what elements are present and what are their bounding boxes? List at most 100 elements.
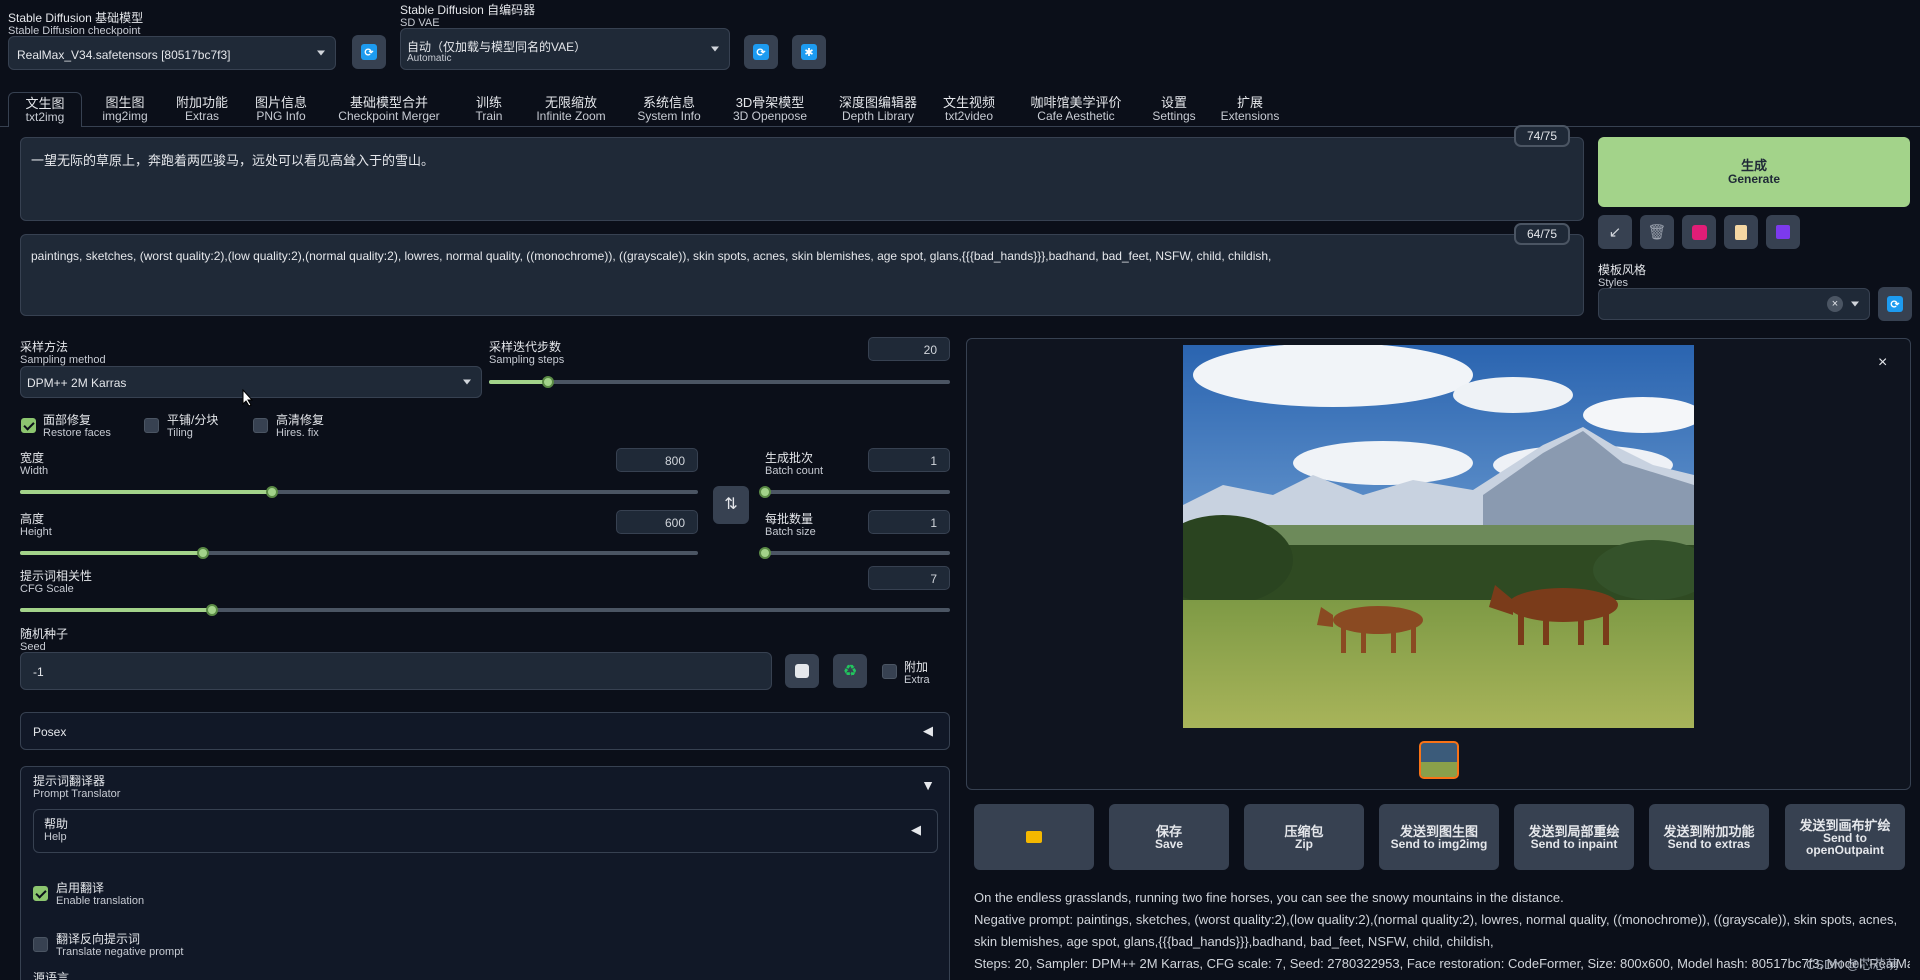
slider-thumb[interactable] [759, 547, 771, 559]
generation-info-negative-cont: skin blemishes, age spot, glans,{{{bad_h… [974, 934, 1494, 949]
checkpoint-dropdown[interactable]: RealMax_V34.safetensors [80517bc7f3] [8, 36, 336, 70]
tab-label-en: txt2video [944, 109, 994, 123]
slider-thumb[interactable] [759, 486, 771, 498]
tab-extras[interactable]: 附加功能 Extras [168, 92, 236, 127]
translate-negative-checkbox[interactable] [33, 937, 48, 952]
slider-thumb[interactable] [541, 376, 554, 388]
batch-count-label: 生成批次 Batch count [765, 451, 824, 478]
save-button[interactable]: 保存 Save [1109, 804, 1229, 870]
vae-dropdown[interactable]: 自动（仅加载与模型同名的VAE） Automatic [400, 28, 730, 70]
gallery-thumbnail[interactable] [1419, 741, 1459, 779]
slider-thumb[interactable] [206, 604, 219, 616]
cfg-scale-input[interactable]: 7 [868, 566, 950, 590]
enable-translation-checkbox[interactable] [33, 886, 48, 901]
action-label-cn: 发送到画布扩绘 [1799, 817, 1891, 833]
prompt-token-counter: 74/75 [1514, 125, 1570, 147]
tab-label-cn: 咖啡馆美学评价 [1030, 95, 1122, 110]
width-input[interactable]: 800 [616, 448, 698, 472]
clear-prompt-button[interactable]: 🗑 [1640, 215, 1674, 249]
tab-3d-openpose[interactable]: 3D骨架模型 3D Openpose [724, 92, 816, 127]
negative-prompt-textarea[interactable]: paintings, sketches, (worst quality:2),(… [20, 234, 1584, 316]
tab-label-cn: 图片信息 [254, 95, 307, 110]
action-label-en: Zip [1295, 836, 1313, 851]
show-extra-networks-button[interactable] [1682, 215, 1716, 249]
open-folder-button[interactable] [974, 804, 1094, 870]
tab-txt2video[interactable]: 文生视频 txt2video [940, 92, 998, 127]
close-icon[interactable]: × [1878, 354, 1887, 372]
restore-faces-checkbox[interactable] [21, 418, 36, 433]
height-slider[interactable] [20, 547, 698, 559]
prompt-text: 一望无际的草原上，奔跑着两匹骏马，远处可以看见高耸入于的雪山。 [31, 153, 435, 168]
vae-label: Stable Diffusion 自编码器 SD VAE [400, 3, 536, 30]
send-inpaint-button[interactable]: 发送到局部重绘 Send to inpaint [1514, 804, 1634, 870]
seed-input[interactable]: -1 [20, 652, 772, 690]
slider-thumb[interactable] [197, 547, 210, 559]
save-style-button[interactable] [1766, 215, 1800, 249]
send-extras-button[interactable]: 发送到附加功能 Send to extras [1649, 804, 1769, 870]
tab-img2img[interactable]: 图生图 img2img [86, 92, 164, 127]
send-openoutpaint-button[interactable]: 发送到画布扩绘 Send to openOutpaint [1785, 804, 1905, 870]
generated-image[interactable] [1183, 345, 1694, 728]
tab-infinite-zoom[interactable]: 无限缩放 Infinite Zoom [526, 92, 616, 127]
batch-count-slider[interactable] [759, 486, 950, 498]
posex-title: Posex [33, 725, 67, 739]
generate-button[interactable]: 生成 Generate [1598, 137, 1910, 207]
tab-settings[interactable]: 设置 Settings [1150, 92, 1198, 127]
width-slider[interactable] [20, 486, 698, 498]
sampling-steps-label: 采样迭代步数 Sampling steps [489, 340, 565, 367]
refresh-checkpoint-button[interactable]: ⟳ [352, 35, 386, 69]
chevron-down-icon [1851, 301, 1859, 307]
sampling-steps-slider[interactable] [489, 376, 950, 388]
chevron-left-icon: ◀ [911, 822, 921, 837]
generation-info-params: Steps: 20, Sampler: DPM++ 2M Karras, CFG… [974, 956, 1910, 971]
extra-seed-checkbox[interactable] [882, 664, 897, 679]
styles-dropdown[interactable]: × [1598, 288, 1870, 320]
cfg-scale-slider[interactable] [20, 604, 950, 616]
thumbnail-grass [1421, 761, 1457, 777]
tab-system-info[interactable]: 系统信息 System Info [626, 92, 712, 127]
swap-dimensions-button[interactable]: ⇅ [713, 486, 749, 524]
batch-size-slider[interactable] [759, 547, 950, 559]
seed-value: -1 [33, 665, 44, 679]
slider-thumb[interactable] [265, 486, 278, 498]
generation-info-prompt: On the endless grasslands, running two f… [974, 890, 1564, 905]
tab-label-cn: 系统信息 [642, 95, 695, 110]
refresh-vae-button[interactable]: ⟳ [744, 35, 778, 69]
prompt-translator-title[interactable]: 提示词翻译器 Prompt Translator [33, 775, 120, 801]
slider-fill [20, 551, 204, 555]
tab-txt2img[interactable]: 文生图 txt2img [8, 92, 82, 127]
sampling-steps-input[interactable]: 20 [868, 337, 950, 361]
reuse-seed-button[interactable]: ♻ [833, 654, 867, 688]
action-label-en: Save [1154, 836, 1184, 851]
action-label-cn: 保存 [1155, 823, 1182, 839]
hires-fix-label: 高清修复 Hires. fix [276, 413, 325, 440]
refresh-styles-button[interactable]: ⟳ [1878, 287, 1912, 321]
extra-seed-label: 附加 Extra [904, 660, 930, 687]
random-seed-button[interactable] [785, 654, 819, 688]
posex-accordion[interactable]: Posex ◀ [20, 712, 950, 750]
tab-label-en: 3D Openpose [732, 109, 808, 123]
vae-settings-button[interactable]: ✱ [792, 35, 826, 69]
tab-train[interactable]: 训练 Train [462, 92, 516, 127]
prompt-textarea[interactable]: 一望无际的草原上，奔跑着两匹骏马，远处可以看见高耸入于的雪山。 [20, 137, 1584, 221]
chevron-down-icon[interactable]: ▼ [921, 777, 935, 793]
translate-negative-label: 翻译反向提示词 Translate negative prompt [56, 932, 184, 959]
height-input[interactable]: 600 [616, 510, 698, 534]
sampling-method-value: DPM++ 2M Karras [27, 376, 127, 390]
tab-checkpoint-merger[interactable]: 基础模型合并 Checkpoint Merger [326, 92, 452, 127]
batch-count-input[interactable]: 1 [868, 448, 950, 472]
send-img2img-button[interactable]: 发送到图生图 Send to img2img [1379, 804, 1499, 870]
apply-style-button[interactable] [1724, 215, 1758, 249]
tab-label-en: Depth Library [841, 109, 915, 123]
tab-depth-library[interactable]: 深度图编辑器 Depth Library [826, 92, 930, 127]
zip-button[interactable]: 压缩包 Zip [1244, 804, 1364, 870]
tab-png-info[interactable]: 图片信息 PNG Info [244, 92, 318, 127]
tab-extensions[interactable]: 扩展 Extensions [1210, 92, 1290, 127]
tiling-checkbox[interactable] [144, 418, 159, 433]
hires-fix-checkbox[interactable] [253, 418, 268, 433]
read-params-button[interactable]: ↙ [1598, 215, 1632, 249]
help-accordion[interactable]: 帮助 Help ◀ [33, 809, 938, 853]
clear-styles-icon[interactable]: × [1827, 296, 1843, 312]
tab-cafe-aesthetic[interactable]: 咖啡馆美学评价 Cafe Aesthetic [1010, 92, 1142, 127]
batch-size-input[interactable]: 1 [868, 510, 950, 534]
